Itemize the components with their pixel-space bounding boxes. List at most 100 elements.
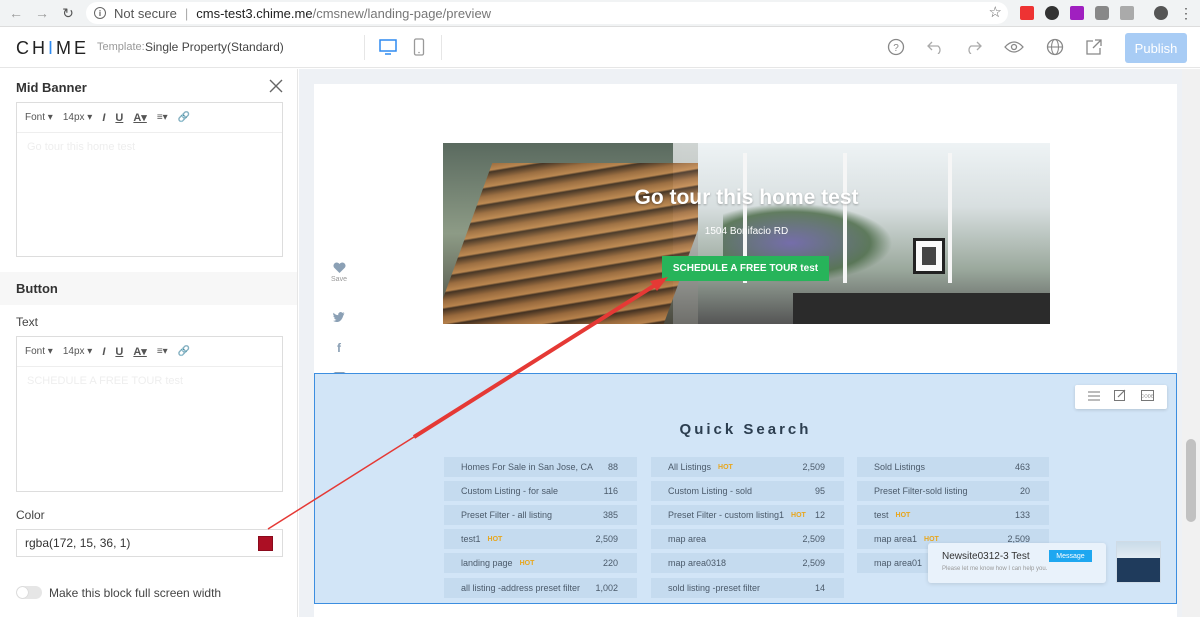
chat-thumbnail[interactable] [1116, 541, 1161, 583]
address-bar[interactable]: i Not secure | cms-test3.chime.me /cmsne… [86, 2, 1008, 24]
font-dropdown[interactable]: Font ▾ [25, 346, 53, 357]
quick-search-item[interactable]: All Listings HOT 2,509 [651, 457, 844, 477]
quick-search-item-label: map area [668, 534, 707, 544]
quick-search-item-count: 2,509 [802, 558, 825, 568]
twitter-icon[interactable] [316, 312, 362, 322]
close-icon[interactable] [269, 79, 285, 95]
url-host: cms-test3.chime.me [196, 5, 313, 21]
align-icon[interactable]: ≡▾ [157, 346, 168, 357]
font-size-dropdown[interactable]: 14px ▾ [63, 112, 93, 123]
app-header: CHIME Template: Single Property(Standard… [0, 27, 1200, 68]
quick-search-item-count: 220 [602, 558, 618, 568]
color-input[interactable]: rgba(172, 15, 36, 1) [16, 529, 283, 557]
title-text-area[interactable]: Go tour this home test [17, 133, 282, 161]
fullscreen-toggle[interactable] [16, 586, 42, 599]
not-secure-label: Not secure [114, 5, 177, 21]
quick-search-item[interactable]: test HOT 133 [857, 505, 1049, 525]
code-icon[interactable]: CODE [1141, 388, 1154, 406]
hot-badge: HOT [924, 535, 939, 543]
link-icon[interactable]: 🔗 [178, 346, 190, 357]
quick-search-item[interactable]: Preset Filter-sold listing 20 [857, 481, 1049, 501]
back-icon[interactable]: ← [4, 1, 28, 25]
quick-search-item[interactable]: Preset Filter - custom listing1 HOT 12 [651, 505, 844, 525]
redo-icon[interactable] [964, 37, 984, 57]
help-icon[interactable]: ? [886, 37, 906, 57]
italic-icon[interactable]: I [102, 346, 105, 358]
menu-dots-icon[interactable]: ⋮ [1174, 1, 1198, 25]
quick-search-item[interactable]: test1 HOT 2,509 [444, 529, 637, 549]
quick-search-item-count: 116 [603, 486, 618, 496]
hot-badge: HOT [487, 535, 503, 543]
globe-icon[interactable] [1045, 37, 1065, 57]
quick-search-item[interactable]: Custom Listing - for sale 116 [444, 481, 637, 501]
link-icon[interactable]: 🔗 [178, 112, 190, 123]
quick-search-item-count: 20 [1019, 486, 1030, 496]
align-icon[interactable]: ≡▾ [157, 112, 168, 123]
quick-search-item[interactable]: Homes For Sale in San Jose, CA 88 [444, 457, 637, 477]
edit-icon[interactable] [1114, 388, 1126, 406]
quick-search-item-label: test [874, 510, 889, 520]
desktop-view-icon[interactable] [378, 37, 398, 57]
template-name: Single Property(Standard) [145, 40, 284, 54]
text-color-icon[interactable]: A▾ [133, 345, 146, 358]
quick-search-item[interactable]: landing page HOT 220 [444, 553, 637, 573]
heart-icon [332, 262, 346, 273]
color-swatch[interactable] [258, 536, 273, 551]
quick-search-item[interactable]: map area0318 2,509 [651, 553, 844, 573]
quick-search-item-count: 133 [1014, 510, 1030, 520]
save-share-item[interactable]: Save [316, 262, 362, 283]
share-export-icon[interactable] [1084, 37, 1104, 57]
schedule-tour-button[interactable]: SCHEDULE A FREE TOUR test [662, 256, 829, 281]
hot-badge: HOT [519, 559, 535, 567]
quick-search-item[interactable]: all listing -address preset filter 1,002 [444, 578, 637, 598]
profile-icon[interactable] [1154, 6, 1168, 20]
block-settings-panel: Mid Banner Font ▾ 14px ▾ I U A▾ ≡▾ 🔗 Go … [0, 69, 298, 617]
quick-search-item-label: landing page [461, 558, 513, 568]
mobile-view-icon[interactable] [409, 37, 429, 57]
banner-painting [913, 238, 945, 274]
underline-icon[interactable]: U [115, 346, 123, 358]
code-extension-icon[interactable] [1120, 6, 1134, 20]
publish-button[interactable]: Publish [1125, 33, 1187, 63]
preview-scrollbar[interactable] [1182, 69, 1200, 617]
extension-icon[interactable] [1045, 6, 1059, 20]
hot-badge: HOT [895, 511, 911, 519]
font-dropdown[interactable]: Font ▾ [25, 112, 53, 123]
facebook-icon[interactable]: f [316, 341, 362, 355]
chat-subtitle: Please let me know how I can help you. [942, 566, 1048, 572]
quick-search-item[interactable]: map area 2,509 [651, 529, 844, 549]
quick-search-item[interactable]: sold listing -preset filter 14 [651, 578, 844, 598]
bookmark-star-icon[interactable]: ☆ [989, 3, 1002, 21]
extension-icon[interactable] [1020, 6, 1034, 20]
chat-widget[interactable]: Newsite0312-3 Test Message Please let me… [928, 543, 1106, 583]
text-color-icon[interactable]: A▾ [133, 111, 146, 124]
quick-search-item[interactable]: Preset Filter - all listing 385 [444, 505, 637, 525]
quick-search-item[interactable]: Custom Listing - sold 95 [651, 481, 844, 501]
quick-search-item-label: Custom Listing - for sale [461, 486, 559, 496]
save-label: Save [331, 276, 347, 283]
hot-badge: HOT [791, 511, 806, 519]
scroll-thumb[interactable] [1186, 439, 1196, 522]
quick-search-item-label: map area01 [874, 558, 923, 568]
quick-search-item[interactable]: Sold Listings 463 [857, 457, 1049, 477]
hot-badge: HOT [718, 463, 733, 471]
divider [364, 35, 365, 60]
quick-search-title: Quick Search [679, 421, 812, 438]
underline-icon[interactable]: U [115, 112, 123, 124]
font-size-dropdown[interactable]: 14px ▾ [63, 346, 93, 357]
italic-icon[interactable]: I [102, 112, 105, 124]
extension-icon[interactable] [1070, 6, 1084, 20]
svg-text:CODE: CODE [1141, 394, 1154, 399]
button-text-area[interactable]: SCHEDULE A FREE TOUR test [17, 367, 282, 395]
quick-search-item-label: test1 [461, 534, 481, 544]
preview-eye-icon[interactable] [1004, 37, 1024, 57]
reload-icon[interactable]: ↻ [56, 1, 80, 25]
undo-icon[interactable] [925, 37, 945, 57]
chime-logo[interactable]: CHIME [16, 38, 89, 59]
menu-lines-icon[interactable] [1088, 388, 1101, 406]
info-icon[interactable]: i [94, 7, 106, 19]
color-value: rgba(172, 15, 36, 1) [25, 536, 131, 550]
camera-icon[interactable] [1095, 6, 1109, 20]
message-button[interactable]: Message [1049, 550, 1092, 562]
forward-icon[interactable]: → [30, 1, 54, 25]
